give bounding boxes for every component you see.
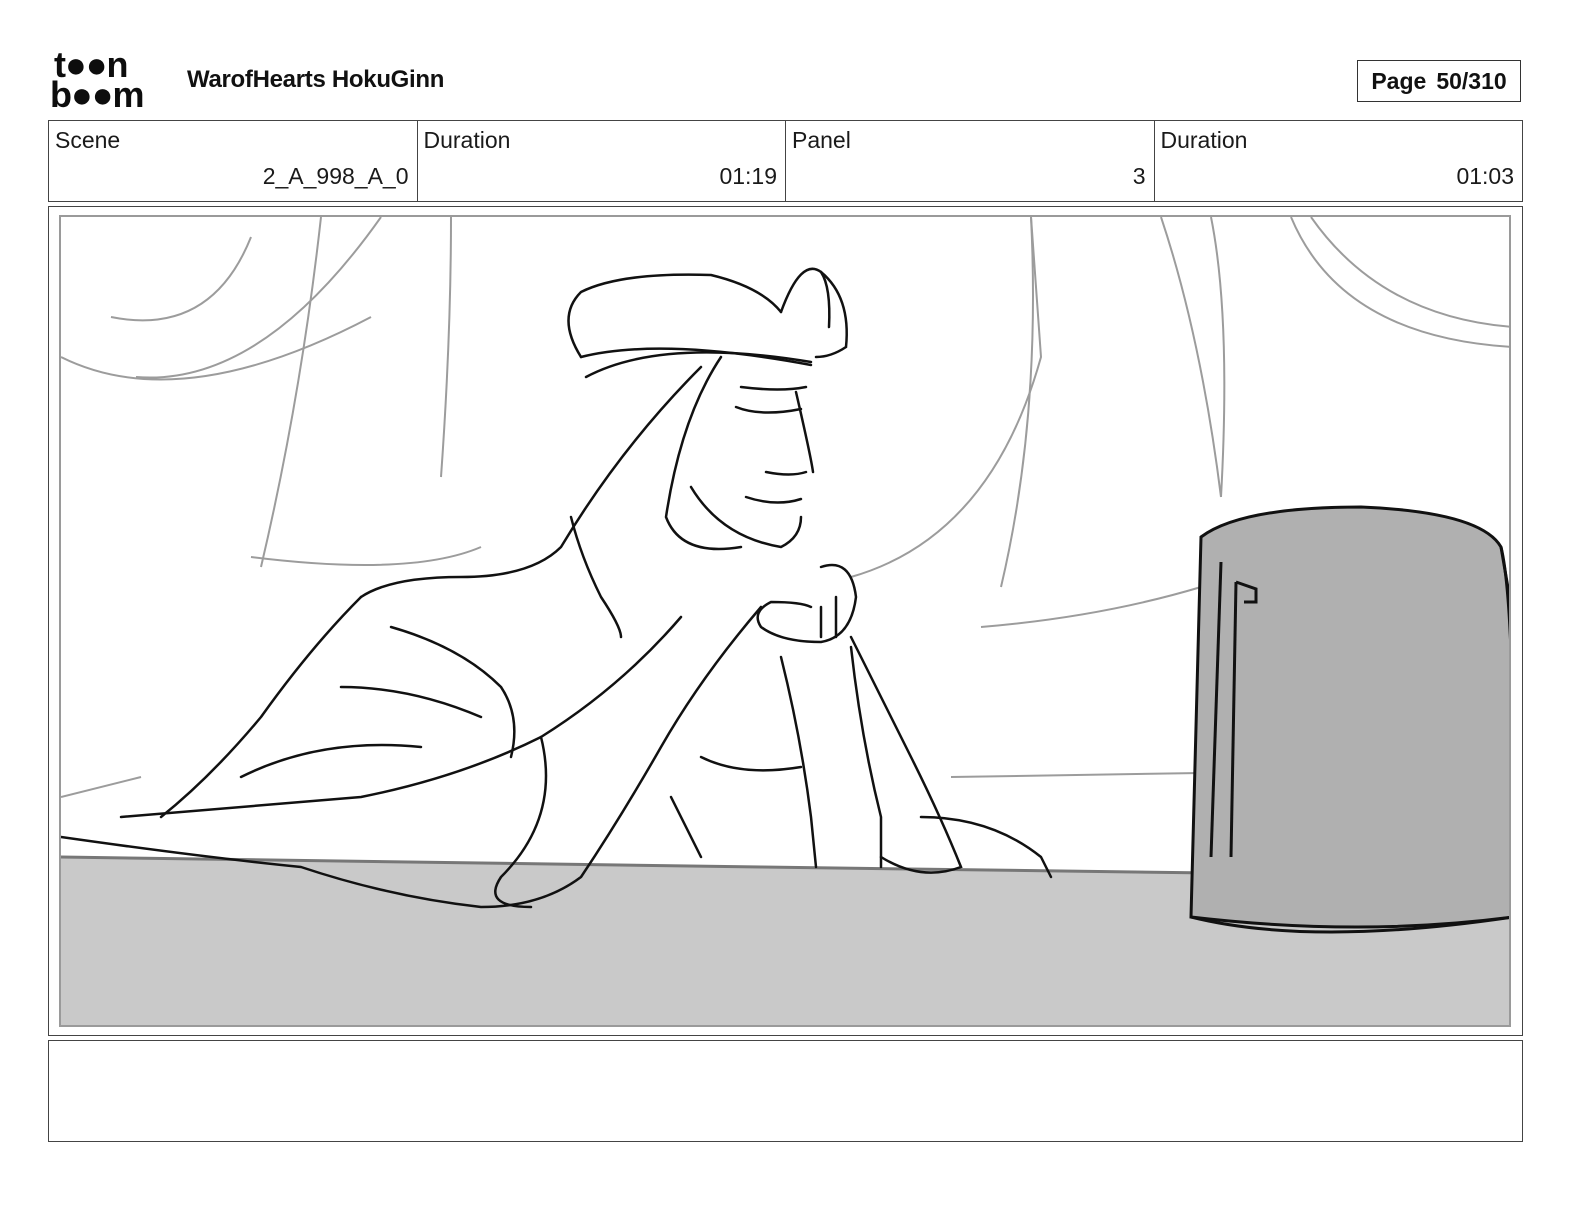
panel-info-row: Scene 2_A_998_A_0 Duration 01:19 Panel 3…	[48, 120, 1523, 202]
scene-duration-label: Duration	[423, 127, 511, 153]
character-sketch	[61, 267, 1053, 909]
sketch-illustration	[61, 217, 1509, 1025]
panel-value: 3	[1132, 163, 1146, 189]
storyboard-panel-frame	[48, 206, 1523, 1036]
logo-line-2: b●●m	[50, 74, 144, 115]
panel-cell: Panel 3	[786, 121, 1155, 201]
panel-notes-box	[48, 1040, 1523, 1142]
panel-label: Panel	[792, 127, 851, 153]
panel-duration-value: 01:03	[1456, 163, 1514, 189]
scene-duration-cell: Duration 01:19	[418, 121, 786, 201]
panel-duration-cell: Duration 01:03	[1155, 121, 1523, 201]
scene-label: Scene	[55, 127, 121, 153]
page-number: 50/310	[1436, 67, 1507, 94]
storyboard-drawing	[59, 215, 1511, 1027]
page-label: Page	[1371, 67, 1427, 94]
toonboom-logo: t●●n b●●m	[50, 47, 168, 116]
gray-box-object	[1189, 505, 1509, 934]
scene-duration-value: 01:19	[719, 163, 777, 189]
project-title: WarofHearts HokuGinn	[187, 66, 445, 93]
panel-duration-label: Duration	[1160, 127, 1248, 153]
scene-value: 2_A_998_A_0	[262, 163, 409, 189]
page-indicator: Page 50/310	[1357, 60, 1521, 102]
scene-cell: Scene 2_A_998_A_0	[49, 121, 418, 201]
